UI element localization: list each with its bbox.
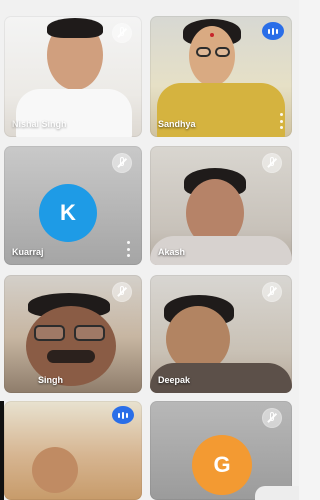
- more-options-icon[interactable]: [126, 241, 130, 257]
- microphone-off-icon: [262, 282, 282, 302]
- glasses-right: [215, 47, 230, 57]
- participant-tile-nishal-singh[interactable]: Nishal Singh: [4, 16, 142, 137]
- participant-name: Nishal Singh: [12, 119, 67, 129]
- participant-hair: [47, 18, 103, 38]
- participant-avatar: K: [39, 184, 97, 242]
- participant-tile-7[interactable]: [4, 401, 142, 500]
- participant-video-face: [32, 447, 78, 493]
- participant-avatar: G: [192, 435, 252, 495]
- participant-tile-deepak[interactable]: Deepak: [150, 275, 292, 393]
- microphone-off-icon: [112, 282, 132, 302]
- video-call-grid: Nishal Singh Sandhya K Kuarraj Akash Sin…: [0, 0, 299, 500]
- microphone-off-icon: [112, 23, 132, 43]
- participant-video-face: [26, 306, 116, 386]
- participant-tile-kuarraj[interactable]: K Kuarraj: [4, 146, 142, 265]
- more-options-icon[interactable]: [279, 113, 283, 129]
- mustache: [47, 350, 95, 363]
- participant-name: Deepak: [158, 375, 191, 385]
- glasses-left: [34, 325, 65, 341]
- participant-tile-singh[interactable]: Singh: [4, 275, 142, 393]
- glasses-right: [74, 325, 105, 341]
- participant-name: Singh: [38, 375, 63, 385]
- bindi-mark: [210, 33, 214, 37]
- participant-tile-akash[interactable]: Akash: [150, 146, 292, 265]
- glasses-left: [196, 47, 211, 57]
- participant-tile-sandhya[interactable]: Sandhya: [150, 16, 292, 137]
- left-edge-strip: [0, 401, 4, 500]
- speaking-indicator-icon: [112, 406, 134, 424]
- participant-video-shirt: [16, 89, 132, 137]
- bottom-right-control-bar: [255, 486, 299, 500]
- participant-name: Kuarraj: [12, 247, 44, 257]
- microphone-off-icon: [262, 408, 282, 428]
- microphone-off-icon: [112, 153, 132, 173]
- speaking-indicator-icon: [262, 22, 284, 40]
- participant-name: Akash: [158, 247, 186, 257]
- microphone-off-icon: [262, 153, 282, 173]
- participant-name: Sandhya: [158, 119, 196, 129]
